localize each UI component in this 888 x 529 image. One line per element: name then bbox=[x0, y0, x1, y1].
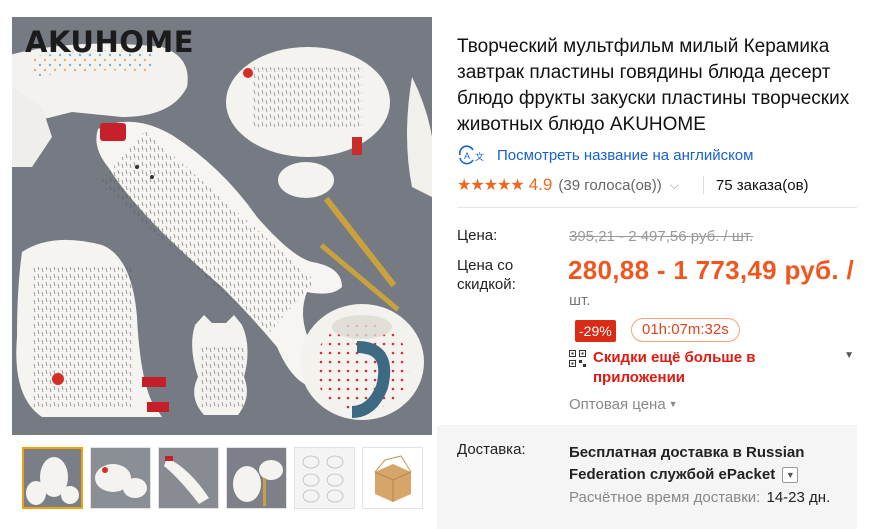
rating-row: ★★★★★ 4.9 (39 голоса(ов)) ⌵ 75 заказа(ов… bbox=[457, 172, 857, 198]
divider bbox=[457, 207, 857, 208]
wholesale-price-toggle[interactable]: Оптовая цена ▼ bbox=[569, 396, 678, 413]
svg-text:文: 文 bbox=[475, 151, 484, 162]
dropdown-arrow-icon[interactable]: ▼ bbox=[844, 350, 854, 361]
wholesale-label: Оптовая цена bbox=[569, 396, 666, 413]
product-title: Творческий мультфильм милый Керамика зав… bbox=[457, 36, 850, 135]
qr-code-icon bbox=[569, 350, 586, 367]
shipping-method-text: Бесплатная доставка в Russian Federation… bbox=[569, 444, 805, 483]
delivery-estimate-label: Расчётное время доставки: bbox=[569, 489, 761, 506]
orders-count: 75 заказа(ов) bbox=[715, 176, 809, 194]
shipping-panel: Доставка: Бесплатная доставка в Russian … bbox=[437, 425, 857, 529]
countdown-timer: 01h:07m:32s bbox=[631, 318, 740, 342]
delivery-estimate-days: 14-23 дн. bbox=[766, 489, 831, 506]
shipping-options-toggle[interactable]: ▼ bbox=[782, 467, 799, 483]
thumbnail-1[interactable] bbox=[22, 447, 83, 509]
rating-separator bbox=[702, 176, 704, 194]
app-discount-promo[interactable]: Скидки ещё больше в приложении ▼ bbox=[569, 348, 854, 388]
rating-stars: ★★★★★ bbox=[457, 177, 525, 194]
price-panel: Цена: 395,21 - 2 497,56 руб. / шт. Цена … bbox=[437, 214, 857, 423]
svg-text:A: A bbox=[464, 151, 470, 161]
chevron-down-icon[interactable]: ⌵ bbox=[670, 178, 679, 193]
discount-badge: -29% bbox=[575, 320, 616, 342]
rating-votes[interactable]: (39 голоса(ов)) bbox=[558, 177, 661, 194]
translate-title-link[interactable]: A 文 Посмотреть название на английском bbox=[457, 144, 753, 166]
caret-down-icon: ▼ bbox=[668, 399, 678, 409]
thumbnail-2[interactable] bbox=[90, 447, 151, 509]
shipping-label: Доставка: bbox=[457, 441, 526, 458]
translate-icon: A 文 bbox=[457, 145, 485, 165]
price-label: Цена: bbox=[457, 227, 498, 244]
thumbnail-strip bbox=[22, 447, 423, 509]
thumbnail-5[interactable] bbox=[294, 447, 355, 509]
thumbnail-6[interactable] bbox=[362, 447, 423, 509]
product-photo bbox=[12, 17, 432, 435]
main-product-image[interactable]: AKUHOME bbox=[12, 17, 432, 435]
brand-watermark: AKUHOME bbox=[25, 25, 195, 59]
thumbnail-4[interactable] bbox=[226, 447, 287, 509]
original-price: 395,21 - 2 497,56 руб. / шт. bbox=[569, 228, 754, 245]
translate-link-label: Посмотреть название на английском bbox=[497, 146, 754, 164]
shipping-method: Бесплатная доставка в Russian Federation… bbox=[569, 442, 849, 486]
rating-score: 4.9 bbox=[528, 175, 553, 194]
discounted-price: 280,88 - 1 773,49 руб. / bbox=[568, 255, 854, 285]
price-unit: шт. bbox=[569, 292, 591, 309]
delivery-estimate: Расчётное время доставки: 14-23 дн. bbox=[569, 489, 830, 506]
discounted-price-label: Цена со скидкой: bbox=[457, 257, 516, 293]
app-promo-text: Скидки ещё больше в приложении bbox=[593, 349, 756, 386]
thumbnail-3[interactable] bbox=[158, 447, 219, 509]
